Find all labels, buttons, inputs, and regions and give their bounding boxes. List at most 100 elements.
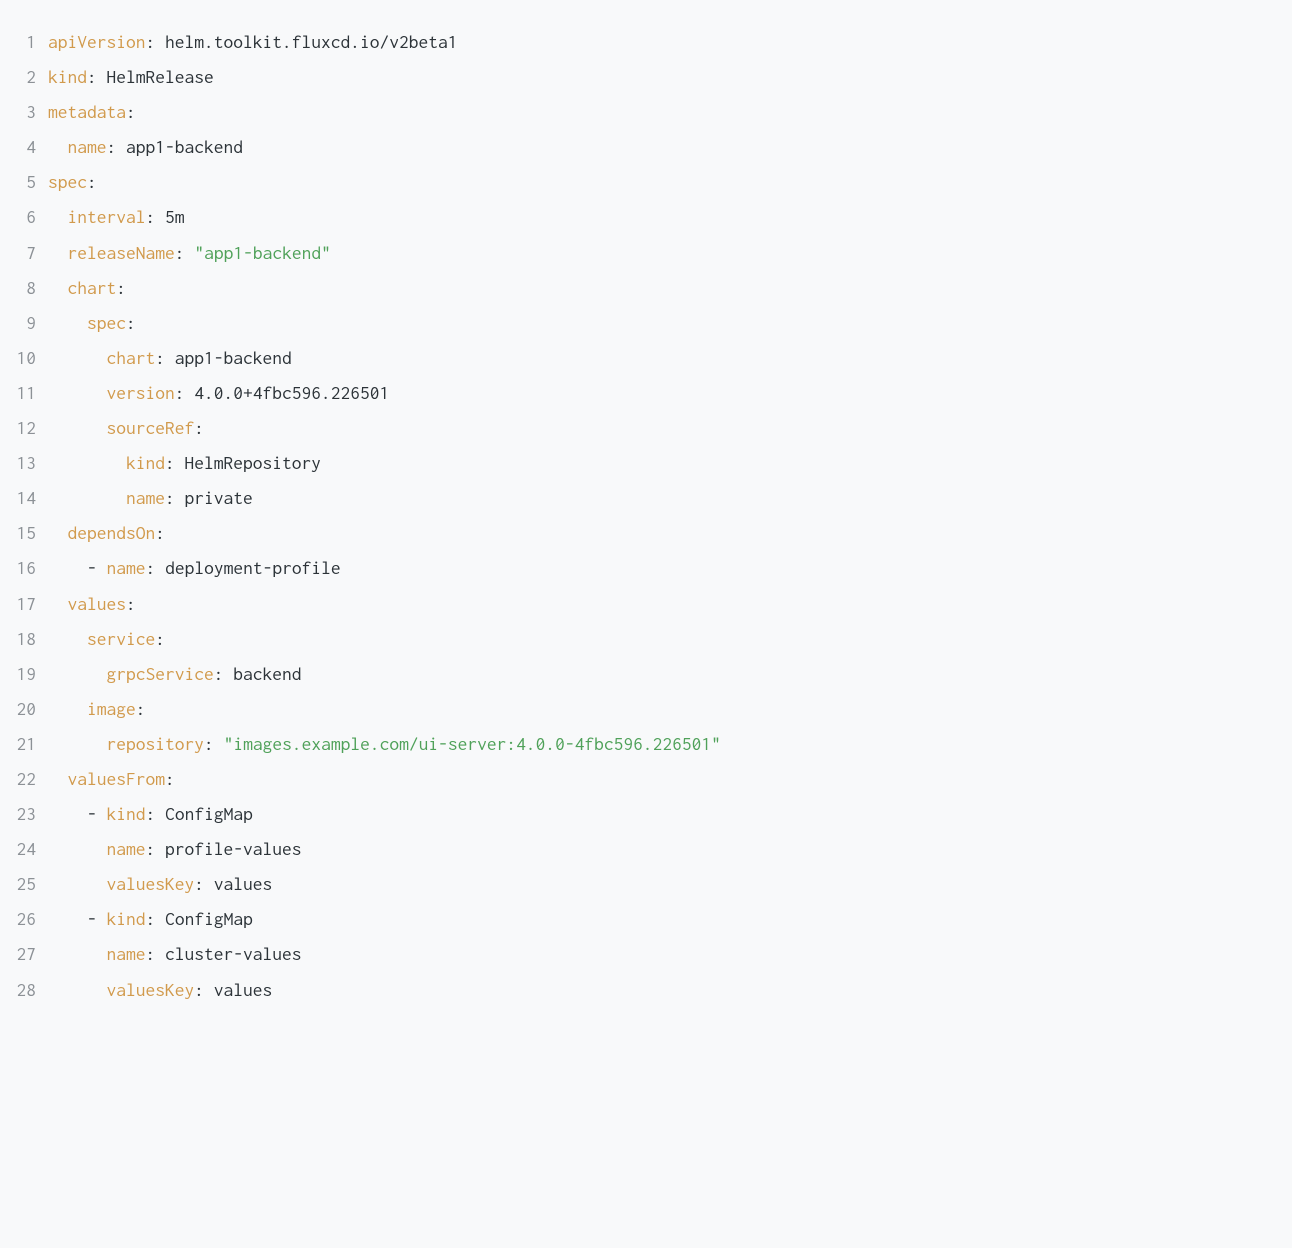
token: [48, 733, 107, 754]
line-number: 9: [0, 305, 48, 340]
token: metadata: [48, 101, 126, 122]
token: :: [155, 628, 165, 649]
code-line: 17 values:: [0, 586, 1292, 621]
token: [48, 206, 68, 227]
line-number: 14: [0, 480, 48, 515]
token: [48, 943, 107, 964]
code-line: 24 name: profile-values: [0, 831, 1292, 866]
token: [185, 242, 195, 263]
token: :: [87, 171, 97, 192]
token: -: [87, 908, 97, 929]
token: [48, 593, 68, 614]
token: [97, 557, 107, 578]
token: spec: [48, 171, 87, 192]
token: HelmRepository: [175, 452, 321, 473]
code-line: 20 image:: [0, 691, 1292, 726]
line-number: 22: [0, 761, 48, 796]
code-line: 5spec:: [0, 164, 1292, 199]
token: cluster-values: [155, 943, 301, 964]
code-block: 1apiVersion: helm.toolkit.fluxcd.io/v2be…: [0, 24, 1292, 1007]
token: valuesKey: [107, 979, 195, 1000]
token: [48, 487, 126, 508]
line-content: name: private: [48, 480, 253, 515]
line-content: grpcService: backend: [48, 656, 302, 691]
code-line: 27 name: cluster-values: [0, 936, 1292, 971]
token: app1-backend: [165, 347, 292, 368]
token: -: [87, 557, 97, 578]
token: kind: [107, 803, 146, 824]
token: [48, 312, 87, 333]
line-number: 11: [0, 375, 48, 410]
line-number: 13: [0, 445, 48, 480]
line-content: valuesKey: values: [48, 972, 272, 1007]
token: [48, 347, 107, 368]
token: name: [68, 136, 107, 157]
token: :: [146, 206, 156, 227]
line-number: 16: [0, 550, 48, 585]
line-content: spec:: [48, 305, 136, 340]
code-line: 8 chart:: [0, 270, 1292, 305]
line-content: values:: [48, 586, 136, 621]
line-content: valuesKey: values: [48, 866, 272, 901]
token: :: [87, 66, 97, 87]
token: dependsOn: [68, 522, 156, 543]
token: :: [155, 522, 165, 543]
token: spec: [87, 312, 126, 333]
token: :: [146, 838, 156, 859]
line-number: 3: [0, 94, 48, 129]
token: [48, 768, 68, 789]
token: :: [126, 101, 136, 122]
token: [48, 382, 107, 403]
code-line: 28 valuesKey: values: [0, 972, 1292, 1007]
token: [48, 908, 87, 929]
token: interval: [68, 206, 146, 227]
code-line: 1apiVersion: helm.toolkit.fluxcd.io/v2be…: [0, 24, 1292, 59]
token: :: [136, 698, 146, 719]
token: releaseName: [68, 242, 175, 263]
code-line: 3metadata:: [0, 94, 1292, 129]
token: :: [146, 557, 156, 578]
line-number: 4: [0, 129, 48, 164]
line-content: - kind: ConfigMap: [48, 901, 253, 936]
line-content: kind: HelmRepository: [48, 445, 321, 480]
line-number: 26: [0, 901, 48, 936]
token: backend: [224, 663, 302, 684]
line-content: sourceRef:: [48, 410, 204, 445]
token: version: [107, 382, 175, 403]
token: [48, 277, 68, 298]
line-number: 25: [0, 866, 48, 901]
line-content: name: app1-backend: [48, 129, 243, 164]
token: ConfigMap: [155, 908, 253, 929]
token: :: [204, 733, 214, 754]
token: service: [87, 628, 155, 649]
line-number: 27: [0, 936, 48, 971]
token: deployment-profile: [155, 557, 340, 578]
token: kind: [126, 452, 165, 473]
line-content: spec:: [48, 164, 97, 199]
token: :: [146, 803, 156, 824]
token: [97, 908, 107, 929]
token: repository: [107, 733, 205, 754]
token: name: [107, 838, 146, 859]
code-line: 23 - kind: ConfigMap: [0, 796, 1292, 831]
token: 5m: [155, 206, 184, 227]
code-line: 10 chart: app1-backend: [0, 340, 1292, 375]
token: HelmRelease: [97, 66, 214, 87]
token: image: [87, 698, 136, 719]
token: [48, 452, 126, 473]
token: :: [155, 347, 165, 368]
line-content: valuesFrom:: [48, 761, 175, 796]
line-number: 15: [0, 515, 48, 550]
token: :: [165, 452, 175, 473]
code-line: 14 name: private: [0, 480, 1292, 515]
code-line: 19 grpcService: backend: [0, 656, 1292, 691]
token: :: [175, 382, 185, 403]
token: -: [87, 803, 97, 824]
line-number: 18: [0, 621, 48, 656]
token: valuesFrom: [68, 768, 166, 789]
line-number: 6: [0, 199, 48, 234]
token: name: [107, 943, 146, 964]
token: [48, 242, 68, 263]
line-content: chart:: [48, 270, 126, 305]
token: :: [194, 417, 204, 438]
